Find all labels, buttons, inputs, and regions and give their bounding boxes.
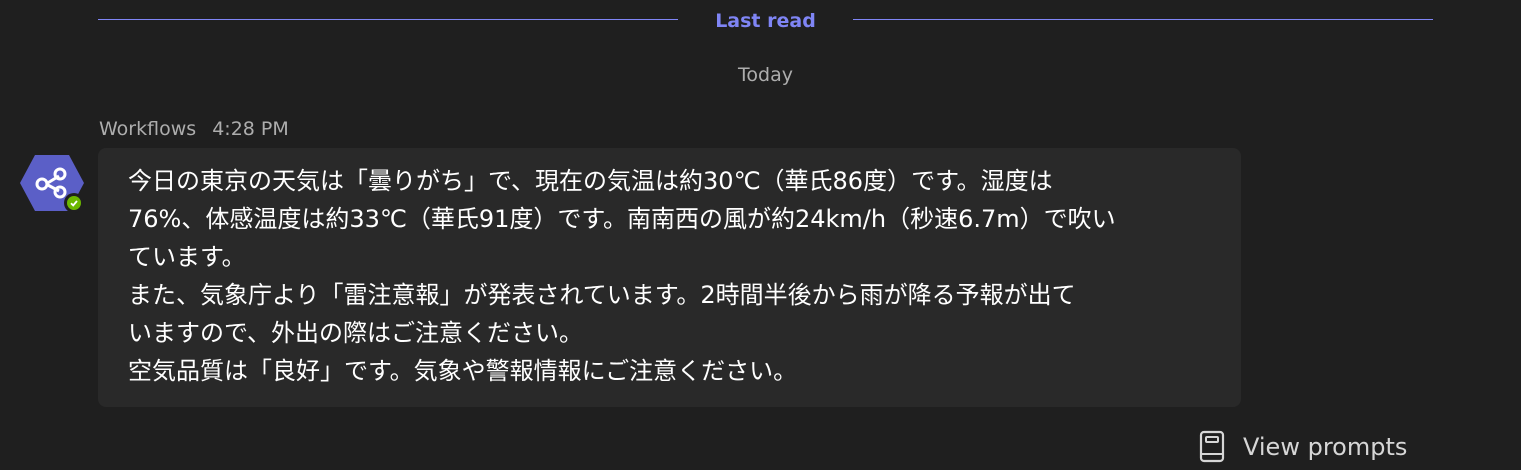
presence-badge [64,193,84,213]
status-available-icon [67,196,81,210]
message-bubble[interactable]: 今日の東京の天気は「曇りがち」で、現在の気温は約30℃（華氏86度）です。湿度は… [98,148,1241,407]
message-line: ています。 [128,243,246,271]
message-line: 76%、体感温度は約33℃（華氏91度）です。南南西の風が約24km/h（秒速6… [128,205,1116,233]
message-line: いますので、外出の際はご注意ください。 [128,319,584,347]
view-prompts-label: View prompts [1243,433,1408,461]
last-read-divider-left [98,19,678,20]
message-line: 今日の東京の天気は「曇りがち」で、現在の気温は約30℃（華氏86度）です。湿度は [128,167,1053,195]
view-prompts-button[interactable]: View prompts [1196,428,1407,466]
message-timestamp: 4:28 PM [212,118,289,140]
date-separator: Today [738,64,793,86]
message-header: Workflows 4:28 PM [99,116,289,142]
last-read-label: Last read [715,10,816,32]
message-line: また、気象庁より「雷注意報」が発表されています。2時間半後から雨が降る予報が出て [128,281,1076,309]
message-line: 空気品質は「良好」です。気象や警報情報にご注意ください。 [128,357,798,385]
last-read-divider-right [853,19,1433,20]
prompt-book-icon [1199,430,1225,463]
chat-pane: Last read Today Workflows 4:28 PM 今日の東京の… [0,0,1521,470]
sender-name[interactable]: Workflows [99,118,196,140]
